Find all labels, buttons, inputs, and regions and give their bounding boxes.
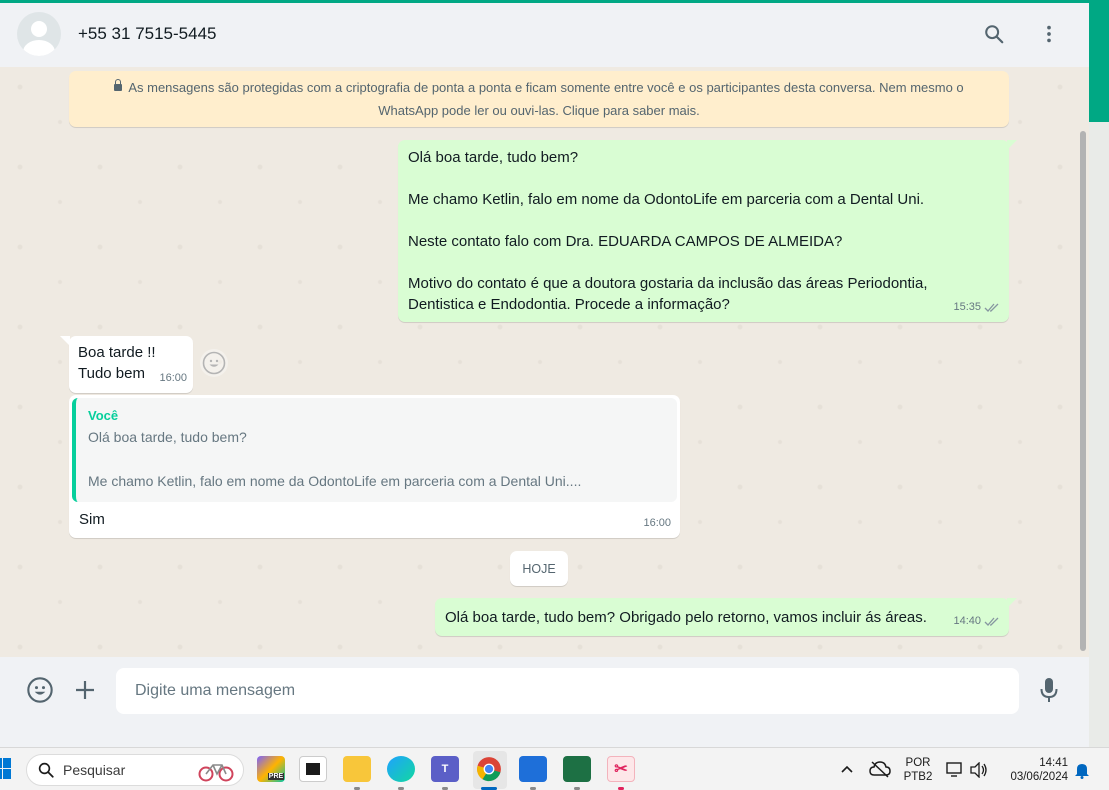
bicycle-icon bbox=[198, 764, 234, 782]
keyboard-layout: PTB2 bbox=[903, 771, 933, 783]
start-button[interactable] bbox=[0, 758, 12, 780]
avatar[interactable] bbox=[17, 12, 61, 56]
message-time: 15:35 bbox=[953, 301, 981, 313]
message-time: 14:40 bbox=[953, 615, 981, 627]
language-indicator[interactable]: POR PTB2 bbox=[902, 756, 934, 784]
clock-time: 14:41 bbox=[1039, 757, 1068, 769]
chevron-up-icon[interactable] bbox=[840, 764, 854, 774]
task-view-glyph bbox=[306, 763, 320, 775]
copilot-pre-badge: PRE bbox=[267, 772, 285, 780]
message-time: 16:00 bbox=[159, 372, 187, 384]
encryption-notice-line2: WhatsApp pode ler ou ouvi-las. Clique pa… bbox=[378, 103, 700, 118]
attach-button[interactable] bbox=[70, 675, 100, 705]
task-view-icon[interactable] bbox=[299, 756, 327, 782]
quoted-message[interactable]: Você Olá boa tarde, tudo bem? Me chamo K… bbox=[72, 398, 677, 502]
message-meta: 16:00 bbox=[159, 368, 187, 389]
smiley-icon bbox=[202, 351, 226, 375]
search-icon bbox=[985, 25, 1004, 44]
search-button[interactable] bbox=[979, 19, 1009, 49]
message-text: Sim bbox=[79, 511, 105, 528]
start-logo-tile bbox=[0, 769, 2, 779]
bubble-tail bbox=[1007, 598, 1017, 608]
chrome-icon[interactable] bbox=[475, 756, 503, 782]
background-accent-strip bbox=[1089, 0, 1109, 122]
file-explorer-icon[interactable] bbox=[343, 756, 371, 782]
quote-author: Você bbox=[88, 408, 119, 423]
message-input[interactable] bbox=[116, 668, 1019, 714]
teams-icon[interactable]: T bbox=[431, 756, 459, 782]
clock-date: 03/06/2024 bbox=[1010, 771, 1068, 783]
microphone-icon bbox=[1040, 678, 1058, 702]
message-text: Olá boa tarde, tudo bem? Me chamo Ketlin… bbox=[408, 149, 928, 313]
edge-icon[interactable] bbox=[387, 756, 415, 782]
menu-dots-icon bbox=[1047, 25, 1051, 43]
start-logo-tile bbox=[3, 769, 11, 779]
message-meta: 15:35 bbox=[953, 297, 1000, 318]
message-time: 16:00 bbox=[643, 517, 671, 529]
windows-taskbar: Pesquisar PRE T ✂ POR PTB2 14:41 03/06/2… bbox=[0, 747, 1109, 790]
teams-letter: T bbox=[441, 763, 449, 775]
date-divider: HOJE bbox=[510, 551, 568, 586]
emoji-button[interactable] bbox=[25, 675, 55, 705]
quote-text: Olá boa tarde, tudo bem? Me chamo Ketlin… bbox=[88, 429, 582, 489]
notification-bell-icon[interactable] bbox=[1074, 762, 1090, 779]
window-accent-bar bbox=[0, 0, 1109, 3]
attach-plus-icon bbox=[76, 681, 94, 699]
excel-icon[interactable] bbox=[563, 756, 591, 782]
chat-header: +55 31 7515-5445 bbox=[0, 3, 1089, 67]
encryption-notice-line1: As mensagens são protegidas com a cripto… bbox=[128, 80, 964, 95]
notepad-icon[interactable] bbox=[519, 756, 547, 782]
double-check-icon bbox=[984, 303, 999, 312]
composer-bar bbox=[0, 657, 1089, 725]
language-code: POR bbox=[905, 757, 931, 769]
background-strip bbox=[1089, 122, 1109, 747]
whatsapp-window: +55 31 7515-5445 As mensagens são proteg… bbox=[0, 0, 1089, 725]
cloud-off-icon[interactable] bbox=[869, 760, 891, 778]
chat-scrollbar[interactable] bbox=[1080, 131, 1086, 657]
scroll-thumb[interactable] bbox=[1080, 131, 1086, 651]
message-meta: 16:00 bbox=[643, 513, 671, 534]
conversation-panel: As mensagens são protegidas com a cripto… bbox=[0, 67, 1089, 657]
snipping-tool-icon[interactable]: ✂ bbox=[607, 756, 635, 782]
taskbar-search-label: Pesquisar bbox=[63, 762, 126, 778]
message-bubble-outgoing[interactable]: Olá boa tarde, tudo bem? Me chamo Ketlin… bbox=[398, 140, 1009, 322]
encryption-notice[interactable]: As mensagens são protegidas com a cripto… bbox=[69, 71, 1009, 127]
lock-icon bbox=[114, 79, 123, 91]
message-bubble-incoming-reply[interactable]: Você Olá boa tarde, tudo bem? Me chamo K… bbox=[69, 395, 680, 538]
copilot-icon[interactable]: PRE bbox=[257, 756, 285, 782]
message-meta: 14:40 bbox=[953, 611, 1000, 632]
message-bubble-incoming[interactable]: Boa tarde !! Tudo bem 16:00 bbox=[69, 336, 193, 393]
search-icon bbox=[38, 762, 54, 778]
clock[interactable]: 14:41 03/06/2024 bbox=[1000, 756, 1068, 784]
chrome-logo bbox=[477, 757, 501, 782]
message-text: Olá boa tarde, tudo bem? Obrigado pelo r… bbox=[445, 609, 927, 626]
bubble-tail bbox=[60, 336, 70, 346]
avatar-body bbox=[23, 40, 55, 56]
bubble-tail bbox=[1007, 140, 1017, 150]
avatar-head bbox=[31, 21, 47, 37]
contact-name[interactable]: +55 31 7515-5445 bbox=[78, 24, 217, 44]
start-logo-tile bbox=[0, 758, 2, 768]
taskbar-search[interactable]: Pesquisar bbox=[26, 754, 244, 786]
message-bubble-outgoing[interactable]: Olá boa tarde, tudo bem? Obrigado pelo r… bbox=[435, 598, 1009, 636]
double-check-icon bbox=[984, 617, 999, 626]
scissors-glyph: ✂ bbox=[614, 761, 628, 778]
emoji-icon bbox=[27, 677, 53, 703]
network-icon[interactable] bbox=[946, 762, 964, 778]
volume-icon[interactable] bbox=[969, 762, 989, 778]
voice-message-button[interactable] bbox=[1034, 675, 1064, 705]
menu-button[interactable] bbox=[1034, 19, 1064, 49]
reaction-button[interactable] bbox=[200, 349, 228, 377]
start-logo-tile bbox=[3, 758, 11, 768]
